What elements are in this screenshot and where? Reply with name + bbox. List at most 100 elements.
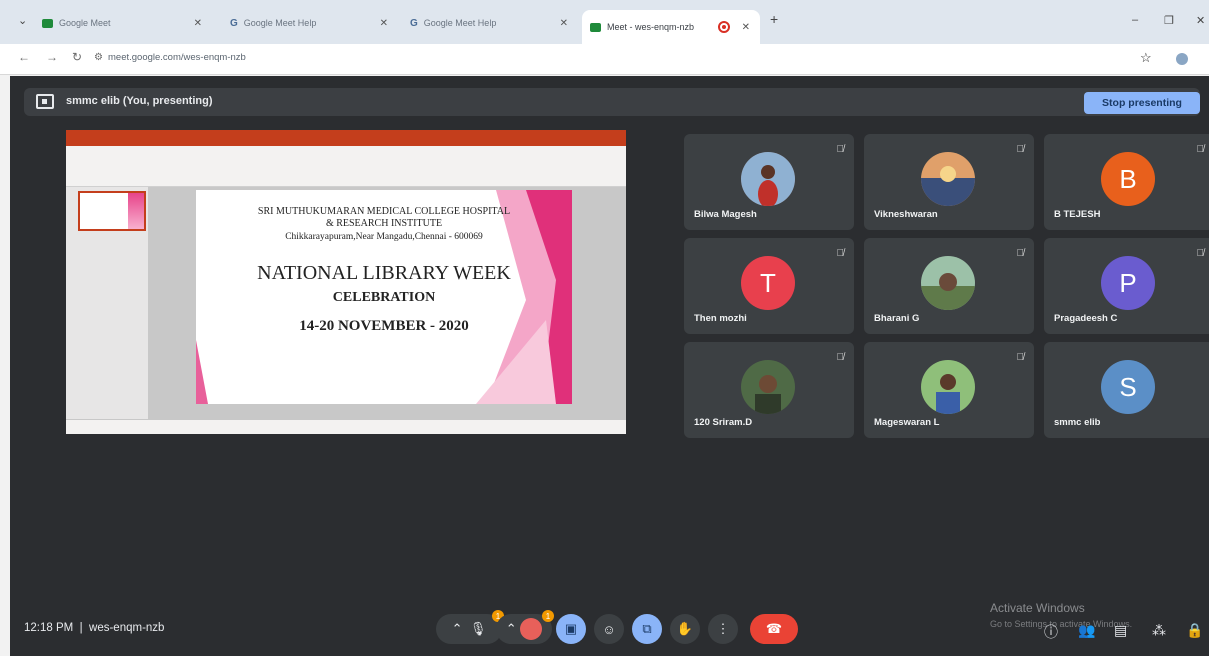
- emoji-button[interactable]: ☺: [594, 614, 624, 644]
- participant-tile[interactable]: P 🎙̸ Pragadeesh C: [1044, 238, 1209, 334]
- tab-search-icon[interactable]: ⌄: [18, 14, 27, 27]
- browser-tab[interactable]: Google Meet ✕: [34, 8, 212, 38]
- slide-title: NATIONAL LIBRARY WEEK: [257, 262, 511, 284]
- participant-tile[interactable]: 🎙̸ Bilwa Magesh: [684, 134, 854, 230]
- participant-name: Bharani G: [874, 313, 920, 324]
- participant-tile[interactable]: 🎙̸ Mageswaran L: [864, 342, 1034, 438]
- bookmark-star-icon[interactable]: ☆: [1140, 50, 1152, 66]
- more-vert-icon: ⋮: [716, 621, 730, 636]
- participant-name: Mageswaran L: [874, 417, 940, 428]
- participant-avatar-initial: P: [1101, 256, 1155, 310]
- restore-icon[interactable]: ❐: [1164, 14, 1174, 27]
- participant-photo: [741, 152, 795, 206]
- google-icon: G: [410, 17, 418, 29]
- ppt-thumbnail-pane: [66, 187, 148, 419]
- ppt-status-bar: [66, 420, 626, 434]
- participant-tile[interactable]: B 🎙̸ B TEJESH: [1044, 134, 1209, 230]
- tab-label: Google Meet Help: [423, 18, 497, 28]
- recording-icon: [718, 21, 730, 33]
- clock-time: 12:18 PM: [24, 622, 74, 634]
- mic-off-icon: 🎙̸: [1196, 248, 1205, 259]
- mic-control[interactable]: ⌃ 🎙 1: [436, 610, 504, 644]
- mic-off-icon: 🎙̸: [836, 144, 845, 155]
- slide-heading-line2: & RESEARCH INSTITUTE: [325, 218, 443, 229]
- back-icon[interactable]: ←: [18, 50, 30, 64]
- close-window-icon[interactable]: ✕: [1196, 14, 1205, 27]
- participant-avatar-initial: B: [1101, 152, 1155, 206]
- activate-windows-title: Activate Windows: [990, 601, 1085, 615]
- mic-off-icon: 🎙̸: [1016, 248, 1025, 259]
- raise-hand-button[interactable]: ✋: [670, 614, 700, 644]
- participant-photo: [741, 360, 795, 414]
- new-tab-icon[interactable]: +: [770, 11, 778, 27]
- close-tab-icon[interactable]: ✕: [560, 18, 568, 29]
- hang-up-icon: ☎: [765, 621, 783, 636]
- participant-name: Vikneshwaran: [874, 209, 938, 220]
- presenting-label: smmc elib (You, presenting): [66, 95, 213, 107]
- slide-subtitle: CELEBRATION: [332, 290, 436, 305]
- activities-icon[interactable]: ⁂: [1152, 622, 1166, 639]
- present-screen-icon: [36, 94, 54, 109]
- participant-tile[interactable]: T 🎙̸ Then mozhi: [684, 238, 854, 334]
- participant-name: smmc elib: [1054, 417, 1101, 428]
- slide-heading-line1: SRI MUTHUKUMARAN MEDICAL COLLEGE HOSPITA…: [257, 206, 511, 217]
- mic-off-icon: 🎙̸: [1016, 352, 1025, 363]
- meet-icon: [590, 22, 601, 32]
- google-icon: G: [230, 17, 238, 29]
- shared-screen: SRI MUTHUKUMARAN MEDICAL COLLEGE HOSPITA…: [66, 130, 626, 434]
- site-info-icon[interactable]: ⚙: [94, 52, 103, 63]
- participant-avatar-initial: S: [1101, 360, 1155, 414]
- ppt-title-bar: [66, 130, 626, 146]
- mic-icon[interactable]: 🎙: [470, 621, 487, 637]
- leave-call-button[interactable]: ☎: [750, 614, 798, 644]
- ppt-ribbon: [66, 146, 626, 187]
- browser-tab-active[interactable]: Meet - wes-enqm-nzb ✕: [582, 10, 760, 44]
- more-options-button[interactable]: ⋮: [708, 614, 738, 644]
- mic-off-icon: 🎙̸: [836, 248, 845, 259]
- captions-button[interactable]: ▣: [556, 614, 586, 644]
- reload-icon[interactable]: ↻: [72, 50, 82, 64]
- profile-avatar[interactable]: [1176, 53, 1188, 65]
- tab-label: Meet - wes-enqm-nzb: [607, 22, 695, 32]
- host-controls-icon[interactable]: 🔒: [1186, 622, 1203, 639]
- captions-icon: ▣: [564, 621, 578, 636]
- participant-name: B TEJESH: [1054, 209, 1101, 220]
- close-tab-icon[interactable]: ✕: [380, 18, 388, 29]
- chat-icon[interactable]: ▤: [1114, 622, 1127, 639]
- participant-tile[interactable]: 🎙̸ Vikneshwaran: [864, 134, 1034, 230]
- camera-badge: 1: [542, 610, 554, 622]
- camera-off-icon[interactable]: [520, 618, 543, 640]
- participant-name: 120 Sriram.D: [694, 417, 753, 428]
- slide-thumbnail: [78, 191, 146, 231]
- meeting-code: wes-enqm-nzb: [89, 622, 165, 634]
- chevron-up-icon[interactable]: ⌃: [452, 621, 463, 637]
- participant-photo: [921, 360, 975, 414]
- tab-label: Google Meet Help: [243, 18, 317, 28]
- info-icon[interactable]: ⓘ: [1044, 622, 1058, 642]
- browser-tab[interactable]: G Google Meet Help ✕: [222, 8, 398, 38]
- forward-icon[interactable]: →: [46, 50, 58, 64]
- meet-icon: [42, 18, 53, 28]
- participant-tile[interactable]: 🎙̸ Bharani G: [864, 238, 1034, 334]
- activate-windows-subtitle: Go to Settings to activate Windows.: [990, 619, 1133, 629]
- people-icon[interactable]: 👥: [1078, 622, 1095, 639]
- participant-tile[interactable]: 🎙̸ 120 Sriram.D: [684, 342, 854, 438]
- camera-control[interactable]: ⌃ 1: [496, 610, 554, 644]
- chevron-up-icon[interactable]: ⌃: [506, 621, 517, 637]
- stop-presenting-button[interactable]: Stop presenting: [1084, 92, 1200, 114]
- url-field[interactable]: meet.google.com/wes-enqm-nzb: [108, 52, 246, 63]
- minimize-icon[interactable]: –: [1132, 14, 1138, 26]
- browser-tab[interactable]: G Google Meet Help ✕: [402, 8, 578, 38]
- hand-icon: ✋: [676, 621, 694, 636]
- participant-name: Pragadeesh C: [1054, 313, 1118, 324]
- close-tab-icon[interactable]: ✕: [194, 18, 202, 29]
- present-screen-icon: ⧉: [642, 621, 652, 636]
- close-tab-icon[interactable]: ✕: [742, 22, 750, 33]
- participant-name: Then mozhi: [694, 313, 747, 324]
- participant-photo: [921, 152, 975, 206]
- present-button[interactable]: ⧉: [632, 614, 662, 644]
- participant-tile[interactable]: S smmc elib: [1044, 342, 1209, 438]
- participant-name: Bilwa Magesh: [694, 209, 757, 220]
- tab-label: Google Meet: [59, 18, 111, 28]
- browser-tab-bar: Google Meet ✕ G Google Meet Help ✕ G Goo…: [0, 0, 1209, 44]
